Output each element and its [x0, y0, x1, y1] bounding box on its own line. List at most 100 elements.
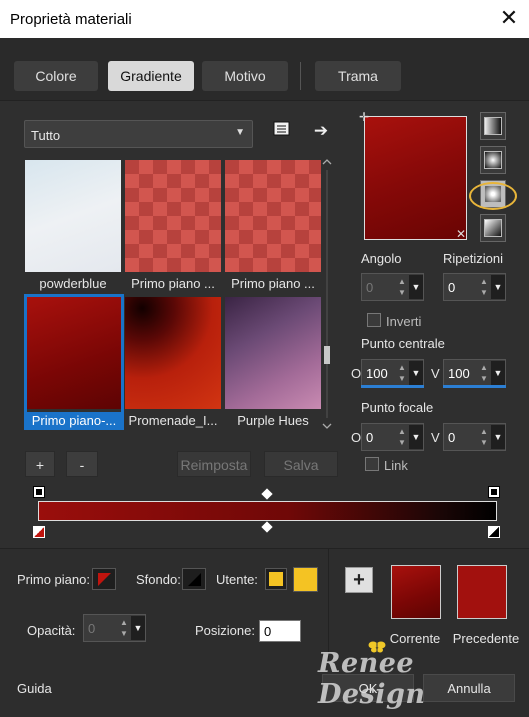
- crosshair-icon[interactable]: ✛: [359, 111, 371, 123]
- foreground-swatch[interactable]: [92, 568, 116, 590]
- center-point-label: Punto centrale: [361, 336, 445, 351]
- remove-gradient-button[interactable]: -: [66, 451, 98, 477]
- spin-updown-icon[interactable]: ▲ ▼: [478, 276, 490, 298]
- tab-gradiente[interactable]: Gradiente: [108, 61, 194, 91]
- thumb-image: [125, 297, 221, 409]
- gradient-thumb-powderblue[interactable]: [25, 160, 121, 272]
- link-checkbox[interactable]: [365, 457, 379, 471]
- watermark-text: Renee Design: [318, 648, 426, 710]
- user-swatch[interactable]: [293, 567, 318, 592]
- repeat-value: 0: [448, 280, 456, 295]
- thumb-caption: Primo piano ...: [131, 276, 215, 291]
- chevron-down-icon: ▼: [235, 127, 245, 138]
- library-filter-value: Tutto: [31, 128, 61, 143]
- focal-h-label: O: [351, 430, 362, 445]
- user-label: Utente:: [216, 572, 258, 587]
- library-filter-select[interactable]: Tutto ▼: [24, 120, 253, 148]
- gradient-thumb-purple-hues[interactable]: [225, 297, 321, 409]
- spin-updown-icon[interactable]: ▲ ▼: [396, 362, 408, 384]
- current-material-swatch[interactable]: [391, 565, 441, 619]
- library-scrollbar[interactable]: [321, 158, 333, 430]
- chevron-down-icon[interactable]: ▼: [491, 425, 505, 449]
- center-v-spinner[interactable]: 100 ▲ ▼ ▼: [443, 359, 506, 387]
- linear-gradient-icon: [484, 117, 502, 135]
- repeat-spinner[interactable]: 0 ▲ ▼ ▼: [443, 273, 506, 301]
- tab-colore[interactable]: Colore: [14, 61, 98, 91]
- chevron-down-icon[interactable]: ▼: [409, 275, 423, 299]
- window-title: Proprietà materiali: [10, 11, 132, 28]
- center-h-label: O: [351, 366, 362, 381]
- thumb-caption-selected: Primo piano-...: [25, 412, 123, 430]
- style-radial-button[interactable]: [480, 214, 506, 242]
- position-input[interactable]: 0: [259, 620, 301, 642]
- tab-motivo[interactable]: Motivo: [202, 61, 288, 91]
- focal-v-label: V: [431, 430, 440, 445]
- spin-updown-icon[interactable]: ▲ ▼: [118, 617, 130, 639]
- invert-checkbox[interactable]: [367, 313, 381, 327]
- angle-value: 0: [366, 280, 374, 295]
- color-stop-left[interactable]: [33, 526, 45, 538]
- opacity-spinner[interactable]: 0 ▲ ▼ ▼: [83, 614, 146, 642]
- gradient-bar[interactable]: [38, 501, 497, 521]
- focal-point-label: Punto focale: [361, 400, 434, 415]
- focus-underline: [443, 385, 506, 388]
- thumb-image: [225, 297, 321, 409]
- chevron-down-icon[interactable]: ▼: [491, 275, 505, 299]
- close-icon[interactable]: ✕: [496, 5, 522, 31]
- opacity-stop-right[interactable]: [488, 486, 500, 498]
- focal-v-spinner[interactable]: 0 ▲ ▼ ▼: [443, 423, 506, 451]
- link-label: Link: [384, 458, 408, 473]
- add-swatch-button[interactable]: +: [345, 567, 373, 593]
- focus-underline: [361, 385, 424, 388]
- foreground-label: Primo piano:: [17, 572, 90, 587]
- background-label: Sfondo:: [136, 572, 181, 587]
- library-book-icon[interactable]: [271, 121, 293, 143]
- focal-v-value: 0: [448, 430, 456, 445]
- chevron-down-icon[interactable]: ▼: [131, 616, 145, 640]
- tab-trama[interactable]: Trama: [315, 61, 401, 91]
- help-link[interactable]: Guida: [17, 681, 52, 696]
- center-h-spinner[interactable]: 100 ▲ ▼ ▼: [361, 359, 424, 387]
- style-linear-button[interactable]: [480, 112, 506, 140]
- gradient-thumb-primo-piano-selected[interactable]: [27, 297, 121, 409]
- tab-separator: [300, 62, 301, 90]
- style-rectangular-button[interactable]: [480, 146, 506, 174]
- opacity-stop-left[interactable]: [33, 486, 45, 498]
- background-swatch[interactable]: [182, 568, 206, 590]
- vertical-divider: [328, 548, 329, 660]
- previous-material-swatch[interactable]: [457, 565, 507, 619]
- spin-updown-icon[interactable]: ▲ ▼: [478, 426, 490, 448]
- invert-label: Inverti: [386, 314, 422, 329]
- gradient-thumb-primo-piano-1[interactable]: [125, 160, 221, 272]
- center-v-value: 100: [448, 366, 470, 381]
- reset-button[interactable]: Reimposta: [177, 451, 251, 477]
- focal-h-spinner[interactable]: 0 ▲ ▼ ▼: [361, 423, 424, 451]
- thumb-image: [27, 297, 121, 409]
- crosshair-icon[interactable]: ✕: [456, 228, 468, 240]
- thumb-image: [225, 160, 321, 272]
- highlight-circle: [469, 182, 517, 210]
- user-swatch-small[interactable]: [265, 568, 287, 590]
- gradient-preview[interactable]: [364, 116, 467, 240]
- current-label: Corrente: [389, 631, 441, 646]
- chevron-down-icon[interactable]: ▼: [409, 361, 423, 385]
- spin-updown-icon[interactable]: ▲ ▼: [396, 426, 408, 448]
- save-button[interactable]: Salva: [264, 451, 338, 477]
- radial-gradient-icon: [484, 219, 502, 237]
- thumb-caption: Purple Hues: [237, 413, 309, 428]
- color-stop-right[interactable]: [488, 526, 500, 538]
- thumb-caption: Primo piano ...: [231, 276, 315, 291]
- chevron-down-icon[interactable]: ▼: [409, 425, 423, 449]
- thumb-image: [25, 160, 121, 272]
- thumb-caption: Promenade_I...: [128, 413, 218, 428]
- chevron-down-icon[interactable]: ▼: [491, 361, 505, 385]
- arrow-right-icon[interactable]: ➔: [310, 120, 332, 142]
- thumb-caption: powderblue: [39, 276, 107, 291]
- focal-h-value: 0: [366, 430, 374, 445]
- spin-updown-icon[interactable]: ▲ ▼: [396, 276, 408, 298]
- spin-updown-icon[interactable]: ▲ ▼: [478, 362, 490, 384]
- gradient-thumb-promenade[interactable]: [125, 297, 221, 409]
- angle-spinner[interactable]: 0 ▲ ▼ ▼: [361, 273, 424, 301]
- add-gradient-button[interactable]: +: [25, 451, 55, 477]
- gradient-thumb-primo-piano-2[interactable]: [225, 160, 321, 272]
